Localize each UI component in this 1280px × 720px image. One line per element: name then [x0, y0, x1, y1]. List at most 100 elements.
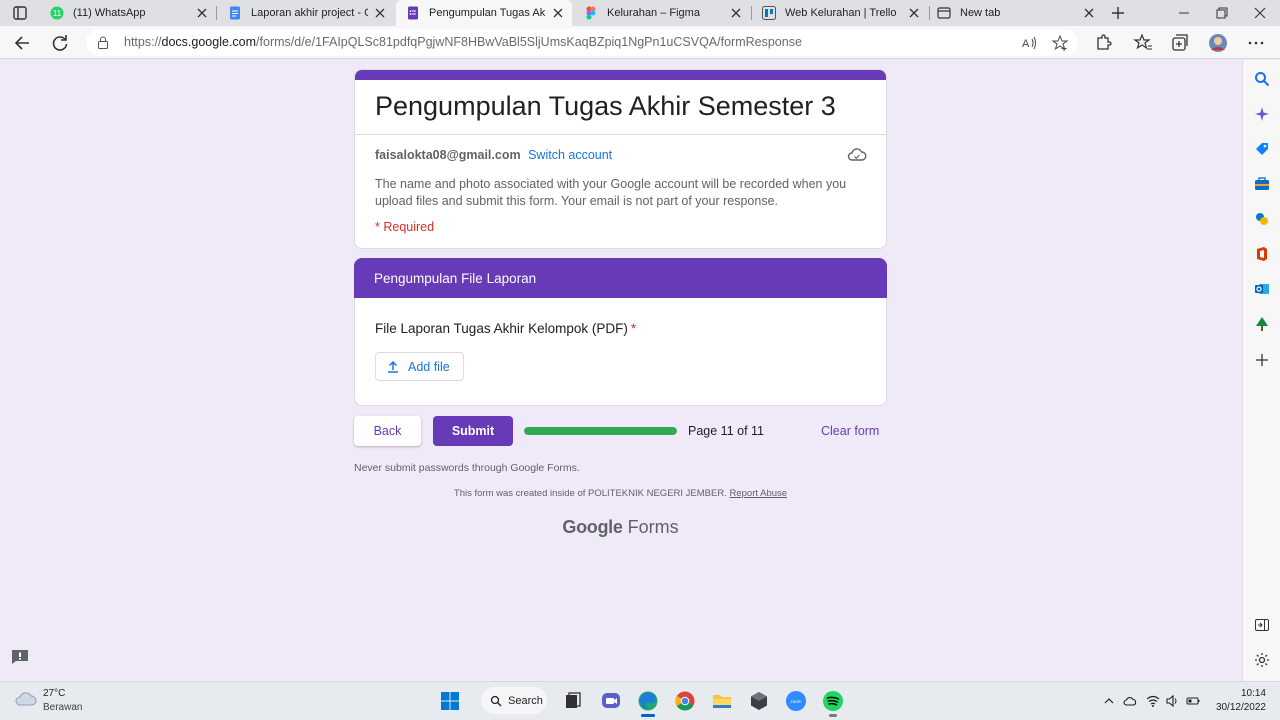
svg-text:A: A: [1022, 38, 1030, 50]
chrome-icon[interactable]: [674, 690, 696, 712]
required-asterisk: *: [630, 321, 637, 336]
switch-account-link[interactable]: Switch account: [528, 148, 612, 162]
read-aloud-icon[interactable]: A: [1021, 34, 1039, 52]
games-icon[interactable]: [1254, 211, 1270, 227]
refresh-icon[interactable]: [49, 32, 71, 54]
spotify-active-indicator: [829, 714, 837, 717]
tab-figma[interactable]: Kelurahan – Figma: [574, 0, 750, 26]
add-file-button[interactable]: Add file: [375, 352, 464, 381]
report-abuse-link[interactable]: Report Abuse: [730, 488, 788, 499]
discover-sparkle-icon[interactable]: [1254, 106, 1270, 122]
url-text[interactable]: https://docs.google.com/forms/d/e/1FAIpQ…: [124, 35, 802, 49]
progress-bar: [524, 427, 677, 435]
figma-icon: [586, 6, 596, 20]
app-cube-icon[interactable]: [748, 690, 770, 712]
account-email: faisalokta08@gmail.com: [375, 148, 521, 162]
question-card: File Laporan Tugas Akhir Kelompok (PDF) *…: [354, 298, 887, 406]
teams-chat-icon[interactable]: [600, 690, 622, 712]
tree-icon[interactable]: [1254, 316, 1270, 332]
tab-strip: 11 (11) WhatsApp Laporan akhir project -…: [0, 0, 1280, 26]
add-sidebar-icon[interactable]: [1254, 352, 1270, 368]
lock-icon[interactable]: [97, 36, 109, 49]
tab-title: (11) WhatsApp: [73, 7, 146, 19]
page-indicator: Page 11 of 11: [688, 424, 764, 438]
windows-taskbar: 27°C Berawan Search zoom 10:14 30/12/2022: [0, 681, 1280, 720]
close-tab-icon[interactable]: [374, 7, 386, 19]
tab-trello[interactable]: Web Kelurahan | Trello: [752, 0, 928, 26]
address-bar[interactable]: https://docs.google.com/forms/d/e/1FAIpQ…: [86, 29, 1078, 56]
back-button[interactable]: Back: [354, 416, 421, 446]
close-tab-icon[interactable]: [196, 7, 208, 19]
spotify-icon[interactable]: [822, 690, 844, 712]
new-tab-icon: [937, 7, 951, 19]
submit-button[interactable]: Submit: [433, 416, 513, 446]
windows-start-icon[interactable]: [439, 690, 461, 712]
zoom-icon[interactable]: zoom: [785, 690, 807, 712]
new-tab-plus-icon[interactable]: [1108, 3, 1128, 23]
weather-temperature[interactable]: 27°C: [43, 688, 65, 699]
tab-title: New tab: [960, 7, 1001, 19]
tab-google-docs[interactable]: Laporan akhir project - Goo: [218, 0, 394, 26]
section-title: Pengumpulan File Laporan: [374, 271, 537, 286]
collections-icon[interactable]: [1169, 32, 1191, 54]
upload-icon: [388, 360, 398, 373]
close-tab-icon[interactable]: [908, 7, 920, 19]
google-forms-icon: [408, 6, 418, 20]
password-warning: Never submit passwords through Google Fo…: [354, 462, 580, 474]
tab-whatsapp[interactable]: 11 (11) WhatsApp: [40, 0, 216, 26]
task-view-icon[interactable]: [562, 690, 584, 712]
wifi-icon[interactable]: [1146, 694, 1160, 708]
restore-icon[interactable]: [1212, 3, 1232, 23]
search-icon: [490, 695, 502, 706]
minimize-icon[interactable]: [1174, 3, 1194, 23]
tab-title: Kelurahan – Figma: [607, 7, 700, 19]
volume-icon[interactable]: [1165, 694, 1179, 708]
feedback-icon[interactable]: [11, 649, 29, 665]
more-menu-icon[interactable]: [1245, 32, 1267, 54]
edge-sidebar: [1242, 60, 1280, 681]
tab-title: Pengumpulan Tugas Akhir S: [429, 7, 546, 19]
onedrive-cloud-icon[interactable]: [1123, 694, 1137, 708]
tab-title: Web Kelurahan | Trello: [785, 7, 897, 19]
extensions-icon[interactable]: [1092, 32, 1114, 54]
edge-active-indicator: [641, 714, 655, 717]
tools-icon[interactable]: [1254, 176, 1270, 192]
accent-bar: [355, 70, 886, 80]
tab-separator: [216, 6, 217, 20]
file-explorer-icon[interactable]: [711, 690, 733, 712]
system-clock[interactable]: 10:14 30/12/2022: [1208, 687, 1266, 715]
tab-new-tab[interactable]: New tab: [927, 0, 1103, 26]
close-tab-icon[interactable]: [1083, 7, 1095, 19]
close-window-icon[interactable]: [1250, 3, 1270, 23]
cloudy-weather-icon[interactable]: [14, 690, 38, 708]
svg-text:zoom: zoom: [790, 699, 801, 704]
profile-avatar-icon[interactable]: [1207, 32, 1229, 54]
trello-icon: [762, 6, 776, 20]
favorites-icon[interactable]: [1132, 32, 1154, 54]
chevron-up-icon[interactable]: [1102, 694, 1116, 708]
office-icon[interactable]: [1254, 246, 1270, 262]
tab-google-forms[interactable]: Pengumpulan Tugas Akhir S: [396, 0, 572, 26]
add-favorite-icon[interactable]: [1051, 34, 1069, 52]
taskbar-search[interactable]: Search: [481, 687, 547, 714]
form-header-card: Pengumpulan Tugas Akhir Semester 3 faisa…: [354, 69, 887, 249]
settings-gear-icon[interactable]: [1254, 652, 1270, 668]
divider: [355, 134, 886, 135]
clear-form-button[interactable]: Clear form: [821, 424, 879, 438]
close-tab-icon[interactable]: [730, 7, 742, 19]
google-forms-logo[interactable]: Google Forms: [0, 517, 1241, 538]
edge-browser-icon[interactable]: [637, 690, 659, 712]
battery-icon[interactable]: [1186, 694, 1200, 708]
tab-actions-icon[interactable]: [10, 4, 30, 22]
hide-sidebar-icon[interactable]: [1254, 617, 1270, 633]
shopping-tag-icon[interactable]: [1254, 141, 1270, 157]
outlook-icon[interactable]: [1254, 281, 1270, 297]
cloud-saved-icon[interactable]: [847, 147, 867, 163]
search-icon[interactable]: [1254, 71, 1270, 87]
google-docs-icon: [230, 6, 240, 20]
back-arrow-icon[interactable]: [12, 32, 34, 54]
section-header: Pengumpulan File Laporan: [354, 258, 887, 299]
form-title: Pengumpulan Tugas Akhir Semester 3: [375, 91, 836, 121]
close-tab-icon[interactable]: [552, 7, 564, 19]
weather-condition[interactable]: Berawan: [43, 702, 82, 713]
